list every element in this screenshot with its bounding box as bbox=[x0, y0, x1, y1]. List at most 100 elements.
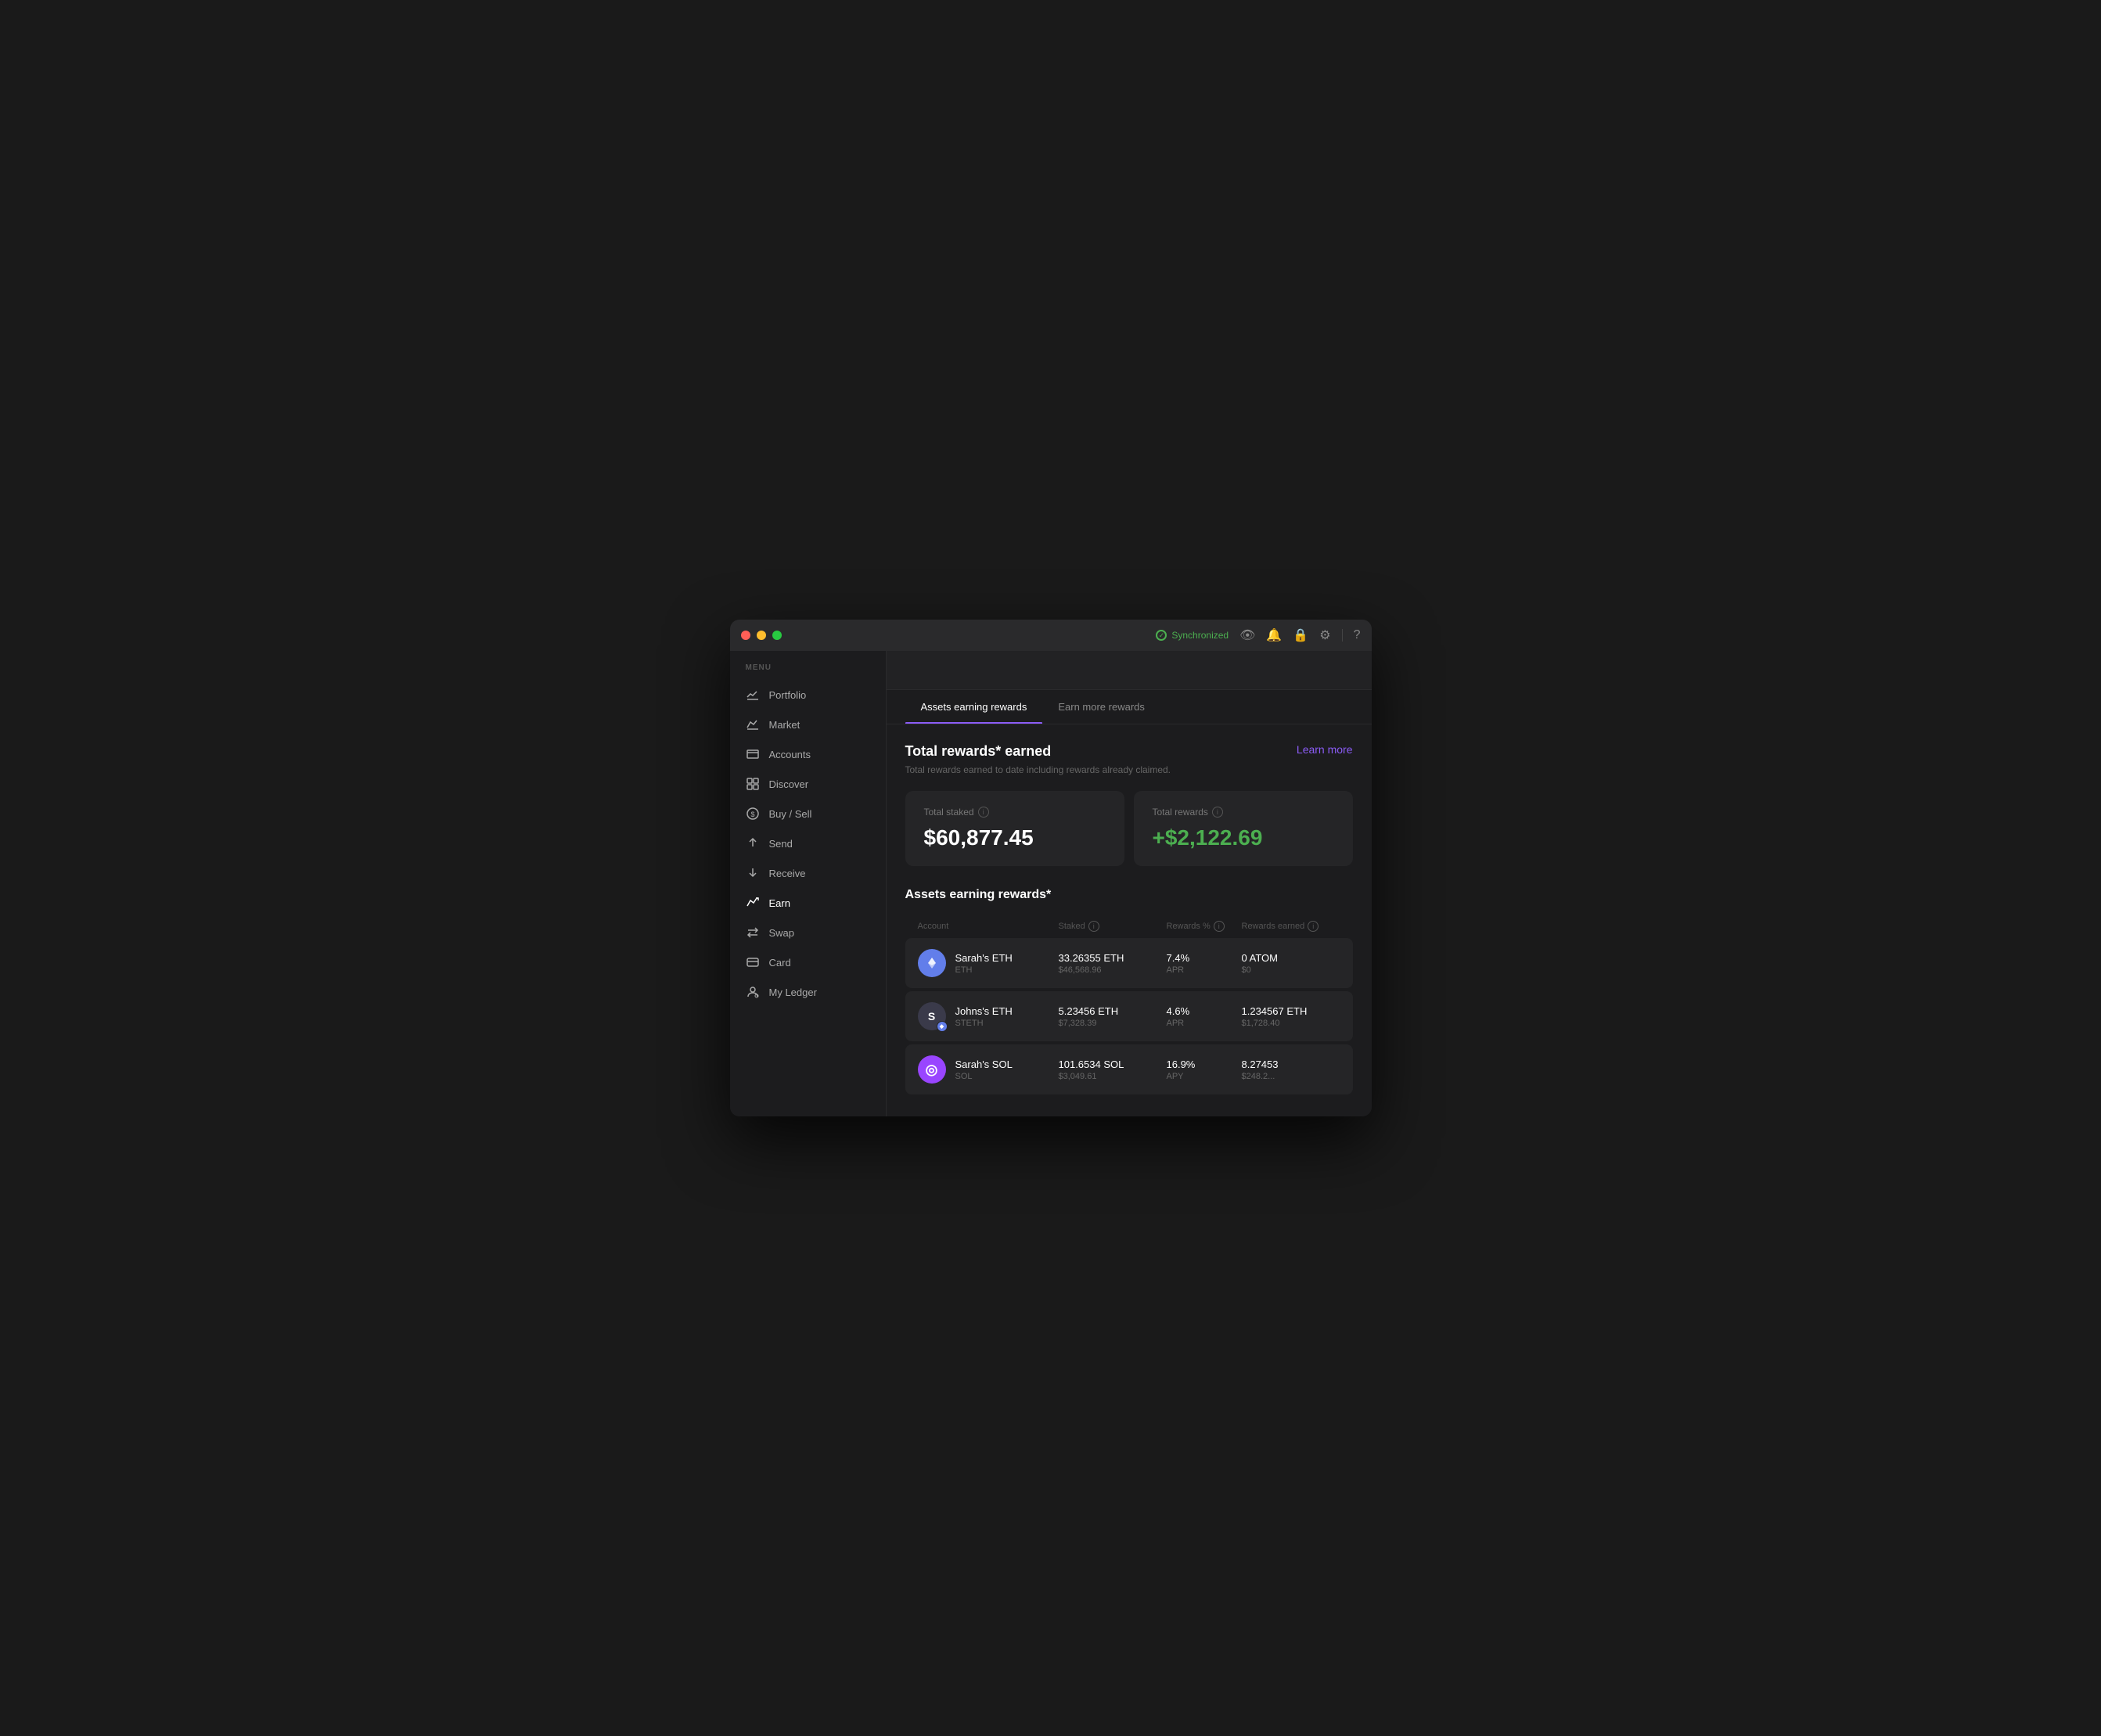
table-row[interactable]: ◎ Sarah's SOL SOL 101.6534 SOL $3,049.61… bbox=[905, 1044, 1353, 1094]
sidebar-item-card[interactable]: Card bbox=[730, 947, 886, 977]
minimize-button[interactable] bbox=[757, 631, 766, 640]
staked-primary: 5.23456 ETH bbox=[1059, 1005, 1157, 1017]
rewards-title: Total rewards* earned bbox=[905, 743, 1171, 760]
sidebar-item-receive[interactable]: Receive bbox=[730, 858, 886, 888]
maximize-button[interactable] bbox=[772, 631, 782, 640]
asset-info: S ◆ Johns's ETH STETH bbox=[918, 1002, 1049, 1030]
steth-badge: ◆ bbox=[937, 1021, 948, 1032]
accounts-label: Accounts bbox=[769, 749, 811, 760]
lock-icon[interactable]: 🔒 bbox=[1293, 627, 1308, 643]
total-staked-value: $60,877.45 bbox=[924, 825, 1106, 850]
total-rewards-value: +$2,122.69 bbox=[1153, 825, 1334, 850]
rate-primary: 7.4% bbox=[1167, 952, 1232, 964]
send-label: Send bbox=[769, 838, 793, 850]
table-row[interactable]: Sarah's ETH ETH 33.26355 ETH $46,568.96 … bbox=[905, 938, 1353, 988]
swap-icon bbox=[746, 926, 760, 940]
asset-staked: 5.23456 ETH $7,328.39 bbox=[1059, 1005, 1157, 1028]
sidebar-item-portfolio[interactable]: Portfolio bbox=[730, 680, 886, 710]
receive-icon bbox=[746, 866, 760, 880]
help-icon[interactable]: ? bbox=[1354, 628, 1361, 642]
sidebar-item-discover[interactable]: Discover bbox=[730, 769, 886, 799]
earned-primary: 0 ATOM bbox=[1242, 952, 1340, 964]
app-window: ✓ Synchronized 👁 🔔 🔒 ⚙ ? MENU Port bbox=[730, 620, 1372, 1116]
rate-primary: 16.9% bbox=[1167, 1058, 1232, 1070]
sidebar-item-accounts[interactable]: Accounts bbox=[730, 739, 886, 769]
staked-info-icon[interactable]: i bbox=[978, 807, 989, 818]
close-button[interactable] bbox=[741, 631, 750, 640]
gear-icon[interactable]: ⚙ bbox=[1319, 627, 1330, 643]
table-row[interactable]: S ◆ Johns's ETH STETH 5.23456 ETH $7,328… bbox=[905, 991, 1353, 1041]
asset-ticker: ETH bbox=[955, 965, 1013, 975]
tabs-container: Assets earning rewards Earn more rewards bbox=[887, 690, 1372, 724]
asset-info: Sarah's ETH ETH bbox=[918, 949, 1049, 977]
tab-earn-more[interactable]: Earn more rewards bbox=[1042, 690, 1160, 724]
sync-status: ✓ Synchronized bbox=[1156, 630, 1229, 641]
asset-staked: 33.26355 ETH $46,568.96 bbox=[1059, 952, 1157, 975]
rewards-earned-col-info-icon[interactable]: i bbox=[1308, 921, 1319, 932]
total-rewards-card: Total rewards i +$2,122.69 bbox=[1134, 791, 1353, 866]
rewards-info-icon[interactable]: i bbox=[1212, 807, 1223, 818]
asset-name: Sarah's ETH bbox=[955, 952, 1013, 964]
staked-secondary: $46,568.96 bbox=[1059, 965, 1157, 975]
sync-icon: ✓ bbox=[1156, 630, 1167, 641]
asset-earned: 0 ATOM $0 bbox=[1242, 952, 1340, 975]
rate-primary: 4.6% bbox=[1167, 1005, 1232, 1017]
total-staked-card: Total staked i $60,877.45 bbox=[905, 791, 1124, 866]
title-bar: ✓ Synchronized 👁 🔔 🔒 ⚙ ? bbox=[730, 620, 1372, 651]
col-rewards-pct: Rewards % i bbox=[1167, 921, 1232, 932]
portfolio-icon bbox=[746, 688, 760, 702]
earned-secondary: $248.2... bbox=[1242, 1072, 1340, 1081]
rewards-header-left: Total rewards* earned Total rewards earn… bbox=[905, 743, 1171, 775]
asset-name: Johns's ETH bbox=[955, 1005, 1013, 1017]
buysell-icon: $ bbox=[746, 807, 760, 821]
earned-primary: 8.27453 bbox=[1242, 1058, 1340, 1070]
rate-type: APY bbox=[1167, 1072, 1232, 1081]
tab-assets-earning[interactable]: Assets earning rewards bbox=[905, 690, 1043, 724]
market-icon bbox=[746, 717, 760, 731]
inner-content: Total rewards* earned Total rewards earn… bbox=[887, 724, 1372, 1116]
sidebar-item-myledger[interactable]: My Ledger bbox=[730, 977, 886, 1007]
earned-secondary: $1,728.40 bbox=[1242, 1019, 1340, 1028]
steth-avatar: S ◆ bbox=[918, 1002, 946, 1030]
eye-icon[interactable]: 👁 bbox=[1239, 627, 1255, 643]
myledger-label: My Ledger bbox=[769, 987, 817, 998]
sol-avatar: ◎ bbox=[918, 1055, 946, 1084]
sidebar-item-send[interactable]: Send bbox=[730, 828, 886, 858]
top-bar bbox=[887, 651, 1372, 690]
earned-primary: 1.234567 ETH bbox=[1242, 1005, 1340, 1017]
rewards-pct-col-info-icon[interactable]: i bbox=[1214, 921, 1225, 932]
earn-icon bbox=[746, 896, 760, 910]
sidebar-item-swap[interactable]: Swap bbox=[730, 918, 886, 947]
asset-earned: 1.234567 ETH $1,728.40 bbox=[1242, 1005, 1340, 1028]
asset-rate: 4.6% APR bbox=[1167, 1005, 1232, 1028]
asset-earned: 8.27453 $248.2... bbox=[1242, 1058, 1340, 1081]
market-label: Market bbox=[769, 719, 800, 731]
earned-secondary: $0 bbox=[1242, 965, 1340, 975]
col-account: Account bbox=[918, 921, 1049, 932]
divider bbox=[1342, 629, 1343, 642]
receive-label: Receive bbox=[769, 868, 806, 879]
staked-secondary: $7,328.39 bbox=[1059, 1019, 1157, 1028]
staked-col-info-icon[interactable]: i bbox=[1088, 921, 1099, 932]
staked-primary: 33.26355 ETH bbox=[1059, 952, 1157, 964]
asset-staked: 101.6534 SOL $3,049.61 bbox=[1059, 1058, 1157, 1081]
asset-details: Sarah's SOL SOL bbox=[955, 1058, 1013, 1081]
col-rewards-earned: Rewards earned i bbox=[1242, 921, 1340, 932]
asset-rate: 16.9% APY bbox=[1167, 1058, 1232, 1081]
col-staked: Staked i bbox=[1059, 921, 1157, 932]
table-header: Account Staked i Rewards % i Rewards ear… bbox=[905, 915, 1353, 938]
earn-label: Earn bbox=[769, 897, 790, 909]
main-layout: MENU Portfolio Market bbox=[730, 651, 1372, 1116]
asset-rate: 7.4% APR bbox=[1167, 952, 1232, 975]
learn-more-link[interactable]: Learn more bbox=[1297, 743, 1353, 756]
card-label: Card bbox=[769, 957, 791, 969]
total-rewards-label: Total rewards i bbox=[1153, 807, 1334, 818]
buysell-label: Buy / Sell bbox=[769, 808, 812, 820]
sidebar-item-market[interactable]: Market bbox=[730, 710, 886, 739]
sidebar-item-buysell[interactable]: $ Buy / Sell bbox=[730, 799, 886, 828]
sidebar-item-earn[interactable]: Earn bbox=[730, 888, 886, 918]
eth-avatar bbox=[918, 949, 946, 977]
bell-icon[interactable]: 🔔 bbox=[1266, 627, 1282, 643]
rate-type: APR bbox=[1167, 1019, 1232, 1028]
rate-type: APR bbox=[1167, 965, 1232, 975]
